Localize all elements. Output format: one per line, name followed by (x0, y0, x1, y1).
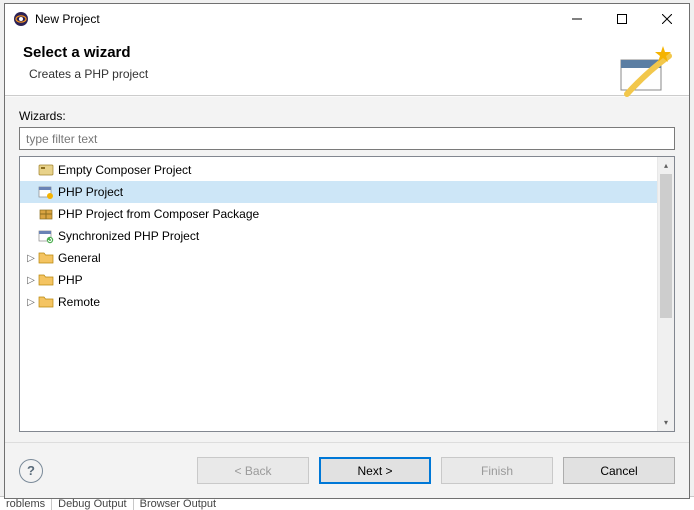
page-title: Select a wizard (23, 44, 671, 61)
scroll-up-icon[interactable]: ▴ (658, 157, 674, 174)
close-button[interactable] (644, 4, 689, 34)
wizards-label: Wizards: (19, 109, 675, 123)
window-title: New Project (35, 12, 554, 26)
composer-pkg-icon (38, 206, 54, 222)
filter-input[interactable] (19, 127, 675, 150)
minimize-button[interactable] (554, 4, 599, 34)
back-button[interactable]: < Back (197, 457, 309, 484)
tree-item-label: PHP (58, 273, 83, 287)
tree-item[interactable]: Empty Composer Project (20, 159, 657, 181)
tree-item-label: Remote (58, 295, 100, 309)
cancel-button[interactable]: Cancel (563, 457, 675, 484)
folder-icon (38, 294, 54, 310)
maximize-button[interactable] (599, 4, 644, 34)
help-button[interactable]: ? (19, 459, 43, 483)
next-button[interactable]: Next > (319, 457, 431, 484)
tree-item-label: PHP Project (58, 185, 123, 199)
folder-icon (38, 250, 54, 266)
sync-php-icon (38, 228, 54, 244)
tree-item[interactable]: ▷ PHP (20, 269, 657, 291)
page-subtitle: Creates a PHP project (23, 67, 671, 81)
scroll-down-icon[interactable]: ▾ (658, 414, 674, 431)
scroll-track[interactable] (658, 174, 674, 414)
tree-item-label: Synchronized PHP Project (58, 229, 199, 243)
expand-icon[interactable]: ▷ (24, 297, 38, 308)
eclipse-icon (13, 11, 29, 27)
tree-item[interactable]: PHP Project (20, 181, 657, 203)
finish-button[interactable]: Finish (441, 457, 553, 484)
expand-icon[interactable]: ▷ (24, 253, 38, 264)
scroll-thumb[interactable] (660, 174, 672, 318)
dialog-header: Select a wizard Creates a PHP project (5, 34, 689, 96)
php-icon (38, 184, 54, 200)
tree-item[interactable]: PHP Project from Composer Package (20, 203, 657, 225)
window-controls (554, 4, 689, 34)
expand-icon[interactable]: ▷ (24, 275, 38, 286)
composer-icon (38, 162, 54, 178)
tree-item-label: General (58, 251, 101, 265)
titlebar: New Project (5, 4, 689, 34)
tree-item[interactable]: ▷ General (20, 247, 657, 269)
tree-container: Empty Composer Project PHP Project PHP Pro… (19, 156, 675, 432)
wizard-banner-icon (615, 42, 677, 104)
dialog-body: Wizards: Empty Composer Project PHP Proje… (5, 96, 689, 442)
dialog-footer: ? < Back Next > Finish Cancel (5, 442, 689, 498)
tree-item[interactable]: ▷ Remote (20, 291, 657, 313)
tree-item-label: Empty Composer Project (58, 163, 191, 177)
dialog-window: New Project Select a wizard Creates a PH… (4, 3, 690, 499)
tree-item[interactable]: Synchronized PHP Project (20, 225, 657, 247)
scrollbar-vertical[interactable]: ▴ ▾ (657, 157, 674, 431)
folder-icon (38, 272, 54, 288)
wizard-tree[interactable]: Empty Composer Project PHP Project PHP Pro… (20, 157, 657, 431)
tree-item-label: PHP Project from Composer Package (58, 207, 259, 221)
